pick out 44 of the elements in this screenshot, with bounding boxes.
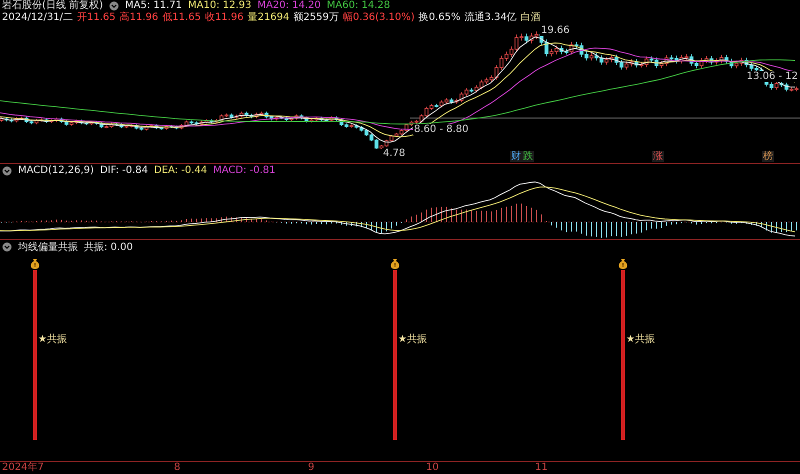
macd-title: MACD(12,26,9) xyxy=(18,165,94,176)
event-marker[interactable]: 涨 xyxy=(652,151,664,162)
macd-value: DEA: -0.44 xyxy=(154,165,208,176)
event-marker[interactable]: 财 xyxy=(510,151,522,162)
ma-legend-value: MA5: 11.71 xyxy=(124,0,182,12)
quote-field: 白酒 xyxy=(520,12,541,24)
quote-field: 高11.96 xyxy=(120,12,158,24)
quote-field: 2024/12/31/二 xyxy=(2,12,74,24)
axis-label: 10 xyxy=(426,462,439,474)
quote-field: 量21694 xyxy=(248,12,290,24)
collapse-icon[interactable] xyxy=(108,1,119,11)
money-bag-icon xyxy=(30,258,40,270)
quote-field: 换0.65% xyxy=(418,12,460,24)
event-marker[interactable]: 榜 xyxy=(762,151,774,162)
price-label: 19.66 xyxy=(540,25,571,36)
macd-value: DIF: -0.84 xyxy=(100,165,148,176)
axis-label: 8 xyxy=(174,462,180,474)
quote-field: 低11.65 xyxy=(162,12,201,24)
macd-value: MACD: -0.81 xyxy=(213,165,276,176)
signal-label: ★共振 xyxy=(398,332,427,346)
collapse-icon[interactable] xyxy=(2,242,12,252)
money-bag-icon xyxy=(618,258,628,270)
price-label: 4.78 xyxy=(382,148,406,159)
quote-field: 额2559万 xyxy=(293,12,339,24)
price-label: 8.60 - 8.80 xyxy=(413,124,470,135)
quote-field: 幅0.36(3.10%) xyxy=(342,12,415,24)
indicator-title: 均线偏量共振 xyxy=(18,240,78,254)
event-marker[interactable]: 跌 xyxy=(522,151,534,162)
axis-label: 11 xyxy=(535,462,548,474)
axis-label: 9 xyxy=(308,462,314,474)
ma-legend-value: MA60: 14.28 xyxy=(326,0,390,12)
signal-label: ★共振 xyxy=(38,332,67,346)
quote-field: 开11.65 xyxy=(77,12,116,24)
ma-legend-value: MA10: 12.93 xyxy=(188,0,252,12)
collapse-icon[interactable] xyxy=(2,166,12,176)
quote-field: 收11.96 xyxy=(204,12,244,24)
signal-label: ★共振 xyxy=(626,332,655,346)
ma-legend-value: MA20: 14.20 xyxy=(257,0,321,12)
price-label: 13.06 - 12 xyxy=(746,71,799,82)
indicator-value: 共振: 0.00 xyxy=(84,240,133,254)
axis-label: 2024年7 xyxy=(2,462,44,474)
quote-field: 流通3.34亿 xyxy=(464,12,517,24)
stock-title: 岩石股份(日线 前复权) xyxy=(2,0,103,12)
money-bag-icon xyxy=(390,258,400,270)
